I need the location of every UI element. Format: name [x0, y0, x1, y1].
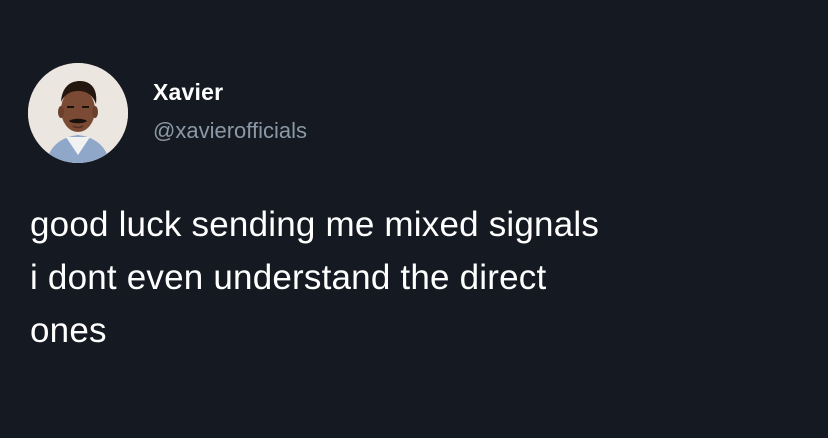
author-info: Xavier @xavierofficials — [153, 77, 307, 146]
tweet-text: good luck sending me mixed signals i don… — [30, 198, 810, 357]
profile-photo-icon — [28, 63, 128, 163]
user-handle[interactable]: @xavierofficials — [153, 116, 307, 146]
tweet-text-line: good luck sending me mixed signals — [30, 205, 600, 244]
tweet-text-line: i dont even understand the direct — [30, 258, 547, 297]
tweet-text-line: ones — [30, 311, 107, 350]
avatar[interactable] — [28, 63, 128, 163]
display-name[interactable]: Xavier — [153, 77, 307, 107]
tweet-header: Xavier @xavierofficials — [28, 63, 307, 163]
tweet-card: Xavier @xavierofficials good luck sendin… — [0, 0, 828, 438]
